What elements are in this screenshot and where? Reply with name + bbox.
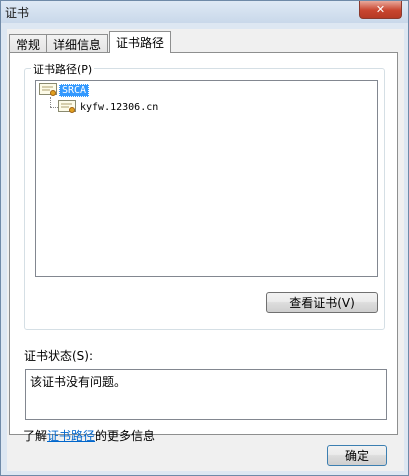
tree-connector [50, 97, 51, 107]
tab-label: 证书路径 [116, 36, 165, 50]
learn-more-text: 了解证书路径的更多信息 [23, 427, 155, 444]
tree-node-label: SRCA [59, 83, 90, 97]
tree-connector [50, 107, 58, 108]
certificate-dialog: 证书 ✕ 常规 详细信息 证书路径 证书路径(P) SRCA kyfw.1230… [0, 0, 409, 476]
certificate-status-text: 该证书没有问题。 [30, 375, 127, 389]
learn-more-suffix: 的更多信息 [95, 429, 156, 443]
certificate-icon [58, 100, 76, 113]
tree-node-root[interactable]: SRCA [39, 82, 90, 98]
dialog-body: 常规 详细信息 证书路径 证书路径(P) SRCA kyfw.12306.cn … [7, 29, 404, 471]
certificate-path-tree[interactable]: SRCA kyfw.12306.cn [35, 80, 378, 277]
tab-label: 常规 [16, 37, 41, 52]
certificate-status-box[interactable]: 该证书没有问题。 [25, 369, 387, 420]
close-icon: ✕ [375, 3, 386, 16]
certification-path-group: 证书路径(P) SRCA kyfw.12306.cn 查看证书(V) [24, 61, 385, 330]
title-bar[interactable]: 证书 ✕ [1, 1, 408, 23]
tab-strip: 常规 详细信息 证书路径 [9, 31, 172, 53]
certification-path-link[interactable]: 证书路径 [47, 429, 95, 443]
tab-certification-path[interactable]: 证书路径 [109, 31, 172, 53]
tab-details[interactable]: 详细信息 [46, 34, 109, 53]
tab-panel-certification-path: 证书路径(P) SRCA kyfw.12306.cn 查看证书(V) 证书状态(… [9, 52, 398, 443]
tree-node-leaf[interactable]: kyfw.12306.cn [58, 99, 160, 115]
close-button[interactable]: ✕ [359, 1, 402, 19]
group-legend: 证书路径(P) [31, 61, 95, 77]
certificate-icon [39, 83, 57, 96]
certificate-status-label: 证书状态(S): [24, 349, 94, 363]
tree-node-label: kyfw.12306.cn [80, 101, 159, 113]
learn-more-prefix: 了解 [23, 429, 48, 443]
tab-label: 详细信息 [53, 37, 102, 52]
view-certificate-button[interactable]: 查看证书(V) [266, 292, 378, 313]
window-title: 证书 [5, 6, 30, 20]
ok-button[interactable]: 确定 [327, 445, 387, 466]
tab-general[interactable]: 常规 [9, 34, 48, 53]
